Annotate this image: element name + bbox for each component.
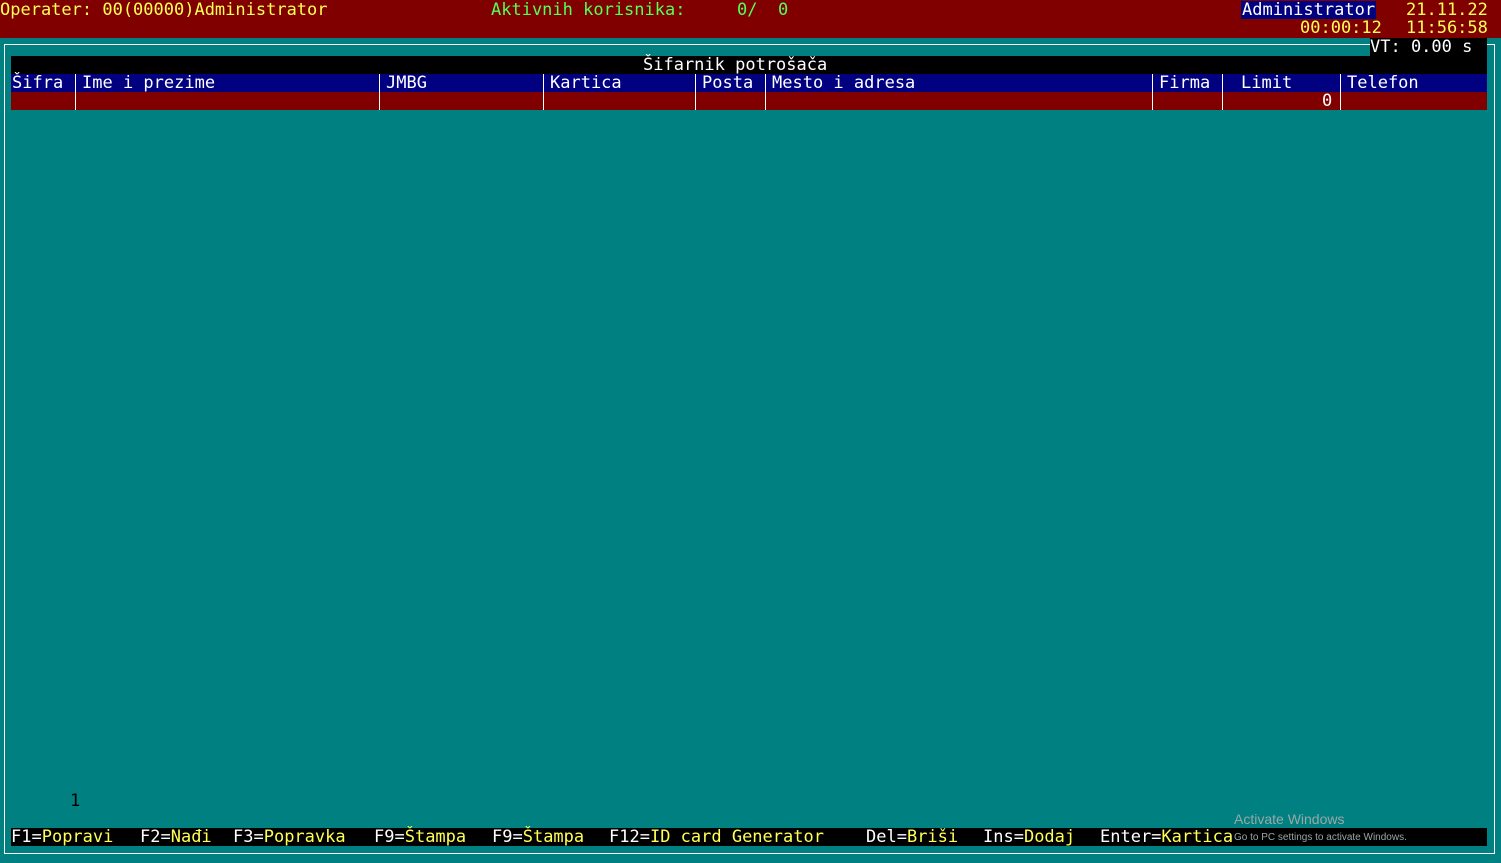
column-separator bbox=[1340, 74, 1341, 110]
fkey-key: Del= bbox=[866, 827, 907, 847]
fkey-key: Ins= bbox=[983, 827, 1024, 847]
f9-stampa-key[interactable]: F9=Štampa bbox=[374, 828, 466, 846]
column-header-ime-prezime[interactable]: Ime i prezime bbox=[82, 74, 215, 92]
column-header-limit[interactable]: Limit bbox=[1241, 74, 1292, 92]
column-separator bbox=[543, 74, 544, 110]
table-header: Šifra Ime i prezime JMBG Kartica Posta M… bbox=[11, 74, 1487, 92]
f2-nadji-key[interactable]: F2=Nađi bbox=[140, 828, 212, 846]
activate-windows-hint: Go to PC settings to activate Windows. bbox=[1234, 832, 1407, 843]
fkey-label: Nađi bbox=[170, 827, 212, 847]
fkey-label: Popravi bbox=[41, 827, 114, 847]
f3-popravka-key[interactable]: F3=Popravka bbox=[233, 828, 346, 846]
date-display: 21.11.22 bbox=[1406, 0, 1488, 20]
del-brisi-key[interactable]: Del=Briši bbox=[866, 828, 958, 846]
row-limit-value: 0 bbox=[1322, 91, 1333, 111]
f12-id-card-generator-key[interactable]: F12=ID card Generator bbox=[609, 828, 824, 846]
column-separator bbox=[765, 74, 766, 110]
window-frame bbox=[4, 44, 1495, 854]
fkey-label: Dodaj bbox=[1023, 827, 1076, 847]
activate-windows-watermark: Activate Windows bbox=[1234, 811, 1345, 827]
table-row[interactable] bbox=[11, 92, 1487, 110]
column-separator bbox=[1222, 74, 1223, 110]
column-separator bbox=[379, 74, 380, 110]
active-users-label: Aktivnih korisnika: bbox=[491, 0, 686, 20]
ins-dodaj-key[interactable]: Ins=Dodaj bbox=[983, 828, 1075, 846]
column-header-jmbg[interactable]: JMBG bbox=[386, 74, 427, 92]
column-header-sifra[interactable]: Šifra bbox=[12, 74, 63, 92]
clock-display: 11:56:58 bbox=[1406, 18, 1488, 38]
column-header-firma[interactable]: Firma bbox=[1159, 74, 1210, 92]
enter-kartica-key[interactable]: Enter=Kartica bbox=[1100, 828, 1233, 846]
column-header-mesto-adresa[interactable]: Mesto i adresa bbox=[772, 74, 915, 92]
fkey-label: Štampa bbox=[522, 827, 585, 847]
fkey-key: F3= bbox=[233, 827, 264, 847]
fkey-key: F9= bbox=[374, 827, 405, 847]
fkey-label: Kartica bbox=[1161, 827, 1234, 847]
fkey-key: Enter= bbox=[1100, 827, 1162, 847]
column-header-telefon[interactable]: Telefon bbox=[1347, 74, 1419, 92]
f9-stampa-key-2[interactable]: F9=Štampa bbox=[492, 828, 584, 846]
fkey-label: ID card Generator bbox=[649, 827, 824, 847]
column-separator bbox=[695, 74, 696, 110]
record-count: 1 bbox=[70, 791, 81, 811]
fkey-key: F12= bbox=[609, 827, 650, 847]
window-title: Šifarnik potrošača bbox=[643, 55, 828, 75]
fkey-key: F9= bbox=[492, 827, 523, 847]
fkey-label: Štampa bbox=[404, 827, 467, 847]
active-users-count: 0/ 0 bbox=[737, 0, 789, 20]
fkey-key: F1= bbox=[11, 827, 42, 847]
operator-label: Operater: 00(00000)Administrator bbox=[0, 0, 328, 20]
column-separator bbox=[75, 74, 76, 110]
f1-popravi-key[interactable]: F1=Popravi bbox=[11, 828, 113, 846]
user-badge: Administrator bbox=[1241, 0, 1377, 20]
column-header-kartica[interactable]: Kartica bbox=[550, 74, 622, 92]
column-header-posta[interactable]: Posta bbox=[702, 74, 753, 92]
fkey-label: Briši bbox=[906, 827, 959, 847]
fkey-label: Popravka bbox=[263, 827, 346, 847]
vt-indicator: VT: 0.00 s bbox=[1370, 38, 1487, 56]
elapsed-time: 00:00:12 bbox=[1300, 18, 1382, 38]
column-separator bbox=[1152, 74, 1153, 110]
fkey-key: F2= bbox=[140, 827, 171, 847]
